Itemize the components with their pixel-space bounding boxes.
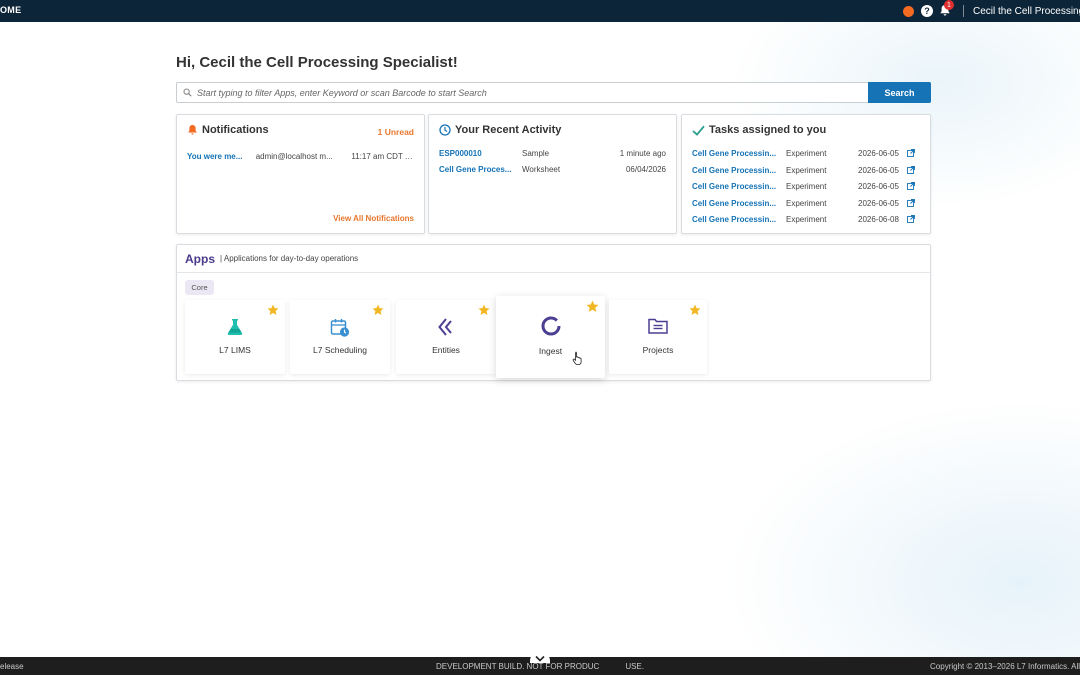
calendar-clock-icon bbox=[330, 319, 350, 337]
help-icon[interactable]: ? bbox=[921, 5, 933, 17]
app-tile-entities[interactable]: Entities bbox=[396, 300, 496, 374]
task-date: 2026-06-05 bbox=[858, 148, 899, 158]
checkmark-icon bbox=[692, 125, 705, 136]
notification-item[interactable]: You were me... admin@localhost m... 11:1… bbox=[187, 150, 414, 162]
build-notice-text: DEVELOPMENT BUILD. NOT FOR PRODUC bbox=[436, 661, 600, 671]
notifications-title-text: Notifications bbox=[202, 124, 269, 136]
activity-type: Sample bbox=[522, 148, 550, 158]
status-dot-icon[interactable] bbox=[903, 5, 914, 17]
task-row[interactable]: Cell Gene Processin... Experiment 2026-0… bbox=[692, 180, 920, 192]
open-external-icon[interactable] bbox=[907, 215, 915, 223]
star-icon[interactable] bbox=[478, 304, 490, 316]
notification-sender: admin@localhost m... bbox=[255, 151, 333, 161]
task-date: 2026-06-05 bbox=[858, 165, 899, 175]
top-nav-actions: ? 1 Cecil the Cell Processing Sp bbox=[903, 0, 1080, 22]
build-notice-tail: USE. bbox=[625, 661, 644, 671]
chevrons-icon bbox=[438, 318, 452, 336]
activity-row[interactable]: Cell Gene Proces... Worksheet 06/04/2026 bbox=[439, 163, 666, 175]
flask-icon bbox=[227, 319, 243, 335]
star-icon[interactable] bbox=[689, 304, 701, 316]
brand-label[interactable]: OME bbox=[0, 5, 21, 15]
activity-type: Worksheet bbox=[522, 164, 561, 174]
loading-ring-icon bbox=[541, 316, 560, 336]
app-tile-label: L7 LIMS bbox=[219, 345, 251, 355]
open-external-icon[interactable] bbox=[907, 199, 915, 207]
activity-name[interactable]: Cell Gene Proces... bbox=[439, 165, 515, 174]
apps-header: Apps | Applications for day-to-day opera… bbox=[177, 245, 930, 273]
apps-panel: Apps | Applications for day-to-day opera… bbox=[176, 244, 931, 381]
app-tile-l7-scheduling[interactable]: L7 Scheduling bbox=[290, 300, 390, 374]
notifications-card: Notifications 1 Unread You were me... ad… bbox=[176, 114, 425, 234]
clock-icon bbox=[439, 124, 451, 136]
task-type: Experiment bbox=[786, 165, 827, 175]
notification-count-badge: 1 bbox=[944, 0, 954, 10]
star-icon[interactable] bbox=[267, 304, 279, 316]
task-date: 2026-06-05 bbox=[858, 181, 899, 191]
app-tile-label: L7 Scheduling bbox=[313, 345, 367, 355]
open-external-icon[interactable] bbox=[907, 182, 915, 190]
view-all-notifications-link[interactable]: View All Notifications bbox=[333, 214, 414, 223]
tasks-card: Tasks assigned to you Cell Gene Processi… bbox=[681, 114, 931, 234]
open-external-icon[interactable] bbox=[907, 149, 915, 157]
category-chip-core[interactable]: Core bbox=[185, 280, 214, 295]
app-tile-projects[interactable]: Projects bbox=[609, 300, 707, 374]
task-row[interactable]: Cell Gene Processin... Experiment 2026-0… bbox=[692, 197, 920, 209]
task-type: Experiment bbox=[786, 181, 827, 191]
notification-subject[interactable]: You were me... bbox=[187, 152, 248, 161]
app-tile-label: Ingest bbox=[538, 346, 563, 356]
activity-time: 06/04/2026 bbox=[625, 164, 666, 174]
task-name[interactable]: Cell Gene Processin... bbox=[692, 149, 777, 158]
unread-count[interactable]: 1 Unread bbox=[378, 127, 414, 137]
activity-row[interactable]: ESP000010 Sample 1 minute ago bbox=[439, 147, 666, 159]
app-tile-label: Projects bbox=[642, 345, 674, 355]
recent-activity-title-text: Your Recent Activity bbox=[455, 124, 562, 136]
task-row[interactable]: Cell Gene Processin... Experiment 2026-0… bbox=[692, 213, 920, 225]
chevron-down-icon bbox=[535, 655, 545, 662]
app-tile-l7-lims[interactable]: L7 LIMS bbox=[185, 300, 285, 374]
page-title: Hi, Cecil the Cell Processing Specialist… bbox=[176, 54, 458, 71]
search-bar: Search bbox=[176, 82, 931, 103]
search-button[interactable]: Search bbox=[868, 82, 931, 103]
tasks-title-text: Tasks assigned to you bbox=[709, 124, 827, 136]
search-input[interactable] bbox=[177, 83, 868, 102]
notification-time: 11:17 am CDT T... bbox=[351, 151, 414, 161]
search-icon bbox=[183, 88, 192, 97]
bell-icon bbox=[187, 124, 198, 136]
recent-activity-card: Your Recent Activity ESP000010 Sample 1 … bbox=[428, 114, 677, 234]
footer-copyright: Copyright © 2013–2026 L7 Informatics. Al… bbox=[930, 661, 1080, 671]
divider bbox=[963, 5, 964, 17]
top-nav-bar: OME ? 1 Cecil the Cell Processing Sp bbox=[0, 0, 1080, 22]
activity-name[interactable]: ESP000010 bbox=[439, 149, 515, 158]
task-type: Experiment bbox=[786, 148, 827, 158]
task-row[interactable]: Cell Gene Processin... Experiment 2026-0… bbox=[692, 147, 920, 159]
apps-title: Apps bbox=[185, 251, 215, 266]
tasks-title: Tasks assigned to you bbox=[692, 124, 826, 136]
task-date: 2026-06-08 bbox=[858, 214, 899, 224]
footer-bar: elease DEVELOPMENT BUILD. NOT FOR PRODUC… bbox=[0, 651, 1080, 675]
star-icon[interactable] bbox=[372, 304, 384, 316]
user-menu[interactable]: Cecil the Cell Processing Sp bbox=[973, 6, 1080, 17]
notifications-bell[interactable]: 1 bbox=[939, 0, 954, 18]
task-date: 2026-06-05 bbox=[858, 198, 899, 208]
task-name[interactable]: Cell Gene Processin... bbox=[692, 199, 777, 208]
task-name[interactable]: Cell Gene Processin... bbox=[692, 182, 777, 191]
recent-activity-title: Your Recent Activity bbox=[439, 124, 561, 136]
hand-cursor-icon bbox=[572, 351, 582, 365]
task-name[interactable]: Cell Gene Processin... bbox=[692, 215, 777, 224]
app-tile-label: Entities bbox=[432, 345, 460, 355]
open-external-icon[interactable] bbox=[907, 166, 915, 174]
task-type: Experiment bbox=[786, 214, 827, 224]
apps-subtitle: | Applications for day-to-day operations bbox=[220, 254, 359, 263]
star-icon[interactable] bbox=[586, 300, 599, 313]
notifications-title: Notifications bbox=[187, 124, 269, 136]
task-name[interactable]: Cell Gene Processin... bbox=[692, 166, 777, 175]
task-type: Experiment bbox=[786, 198, 827, 208]
folder-list-icon bbox=[648, 318, 668, 334]
task-row[interactable]: Cell Gene Processin... Experiment 2026-0… bbox=[692, 164, 920, 176]
app-tile-ingest[interactable]: Ingest bbox=[496, 296, 605, 378]
activity-time: 1 minute ago bbox=[619, 148, 666, 158]
